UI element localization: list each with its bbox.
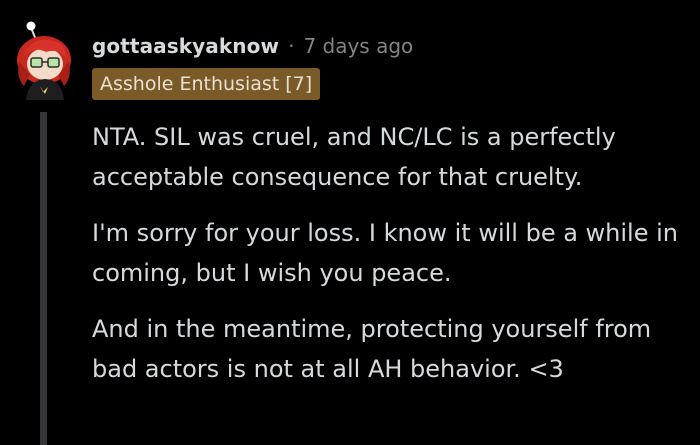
timestamp[interactable]: 7 days ago [303, 34, 413, 58]
user-flair: Asshole Enthusiast [7] [92, 68, 321, 100]
comment-paragraph: NTA. SIL was cruel, and NC/LC is a perfe… [92, 123, 616, 191]
comment: gottaaskyaknow · 7 days ago Asshole Enth… [0, 0, 700, 445]
comment-meta: gottaaskyaknow · 7 days ago [92, 30, 413, 62]
comment-paragraph: And in the meantime, protecting yourself… [92, 315, 652, 383]
avatar[interactable] [10, 16, 76, 100]
thread-line[interactable] [40, 112, 47, 445]
username-link[interactable]: gottaaskyaknow [92, 34, 279, 58]
comment-body: NTA. SIL was cruel, and NC/LC is a perfe… [92, 117, 692, 405]
snoo-avatar-icon [17, 21, 71, 100]
comment-paragraph: I'm sorry for your loss. I know it will … [92, 219, 678, 287]
meta-separator: · [288, 34, 295, 58]
